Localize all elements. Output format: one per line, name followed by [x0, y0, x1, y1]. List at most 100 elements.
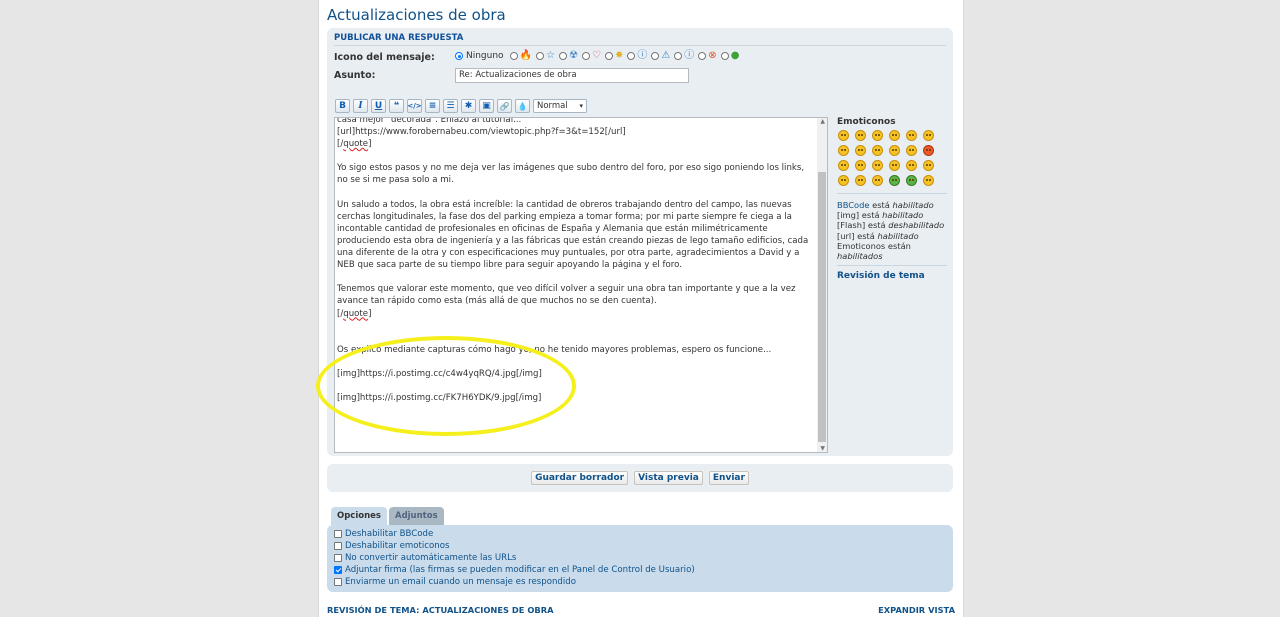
surprised-emoji-icon[interactable] — [906, 130, 917, 141]
confused-emoji-icon[interactable] — [838, 145, 849, 156]
tongue-emoji-icon[interactable] — [889, 145, 900, 156]
option-label: Adjuntar firma (las firmas se pueden mod… — [345, 565, 695, 575]
option-disable-magic-url[interactable]: No convertir automáticamente las URLs — [334, 553, 516, 563]
tab-attachments[interactable]: Adjuntos — [388, 507, 444, 525]
lol-emoji-icon[interactable] — [872, 145, 883, 156]
save-draft-button[interactable]: Guardar borrador — [531, 471, 629, 485]
icon-option-heart[interactable]: ♡ — [581, 50, 601, 61]
bbcode-link[interactable]: BBCode — [837, 200, 869, 210]
submit-button[interactable]: Enviar — [708, 471, 749, 485]
icon-option-thumbsup[interactable]: ● — [720, 51, 739, 61]
options-panel: Deshabilitar BBCode Deshabilitar emotico… — [327, 525, 953, 592]
link-button[interactable]: 🔗 — [497, 99, 512, 113]
panel-header: PUBLICAR UNA RESPUESTA — [334, 33, 946, 46]
icon-option-starburst[interactable]: ✸ — [604, 50, 624, 61]
msg-line: Un saludo a todos, la obra está increíbl… — [337, 199, 811, 271]
option-attach-signature[interactable]: Adjuntar firma (las firmas se pueden mod… — [334, 565, 695, 575]
status-text: está — [869, 200, 893, 210]
grin-emoji-icon[interactable] — [855, 130, 866, 141]
neutral-emoji-icon[interactable] — [872, 175, 883, 186]
checkbox[interactable] — [334, 566, 342, 574]
msg-line: Tenemos que valorar este momento, que ve… — [337, 284, 799, 307]
ugeek-emoji-icon[interactable] — [923, 175, 934, 186]
font-size-select[interactable]: Normal ▾ — [533, 99, 587, 113]
mrgreen-emoji-icon[interactable] — [889, 175, 900, 186]
expand-view-link[interactable]: EXPANDIR VISTA — [878, 605, 955, 615]
page-title[interactable]: Actualizaciones de obra — [327, 6, 506, 24]
flash-button[interactable]: 💧 — [515, 99, 530, 113]
option-label: Enviarme un email cuando un mensaje es r… — [345, 577, 576, 587]
warning-icon: ⚠ — [661, 50, 671, 61]
underline-button[interactable]: U — [371, 99, 386, 113]
heart-icon: ♡ — [591, 50, 601, 61]
sad-emoji-icon[interactable] — [838, 160, 849, 171]
scroll-thumb[interactable] — [818, 172, 826, 442]
checkbox[interactable] — [334, 542, 342, 550]
laugh-emoji-icon[interactable] — [889, 130, 900, 141]
yellow-highlight-ellipse — [316, 336, 576, 436]
checkbox[interactable] — [334, 554, 342, 562]
status-text: Emoticonos están — [837, 240, 911, 251]
checkbox[interactable] — [334, 578, 342, 586]
icon-none-radio[interactable] — [455, 52, 463, 60]
emoticon-grid — [838, 130, 947, 186]
ordered-list-button[interactable]: ☰ — [443, 99, 458, 113]
status-text: [Flash] está — [837, 220, 889, 231]
message-icon-options: Ninguno 🔥 ☆ ☢ ♡ ✸ ⓘ ⚠ ⓘ ⊗ ● — [455, 51, 743, 61]
icon-option-star[interactable]: ☆ — [536, 51, 555, 61]
option-label: Deshabilitar emoticonos — [345, 541, 450, 551]
icon-option-error[interactable]: ⊗ — [698, 50, 717, 61]
checkbox[interactable] — [334, 530, 342, 538]
bold-button[interactable]: B — [335, 99, 350, 113]
mad-emoji-icon[interactable] — [923, 145, 934, 156]
textarea-scrollbar[interactable]: ▲ ▼ — [817, 118, 827, 452]
arrow-emoji-icon[interactable] — [855, 175, 866, 186]
option-notify[interactable]: Enviarme un email cuando un mensaje es r… — [334, 577, 576, 587]
tab-options[interactable]: Opciones — [331, 507, 387, 525]
forum-page: Actualizaciones de obra PUBLICAR UNA RES… — [318, 0, 964, 617]
subject-input[interactable]: Re: Actualizaciones de obra — [455, 68, 689, 83]
scroll-down-icon[interactable]: ▼ — [820, 445, 825, 452]
list-button[interactable]: ≡ — [425, 99, 440, 113]
list-item-button[interactable]: ✱ — [461, 99, 476, 113]
msg-text: quote — [343, 308, 369, 319]
icon-option-radioactive[interactable]: ☢ — [559, 51, 578, 61]
idea-emoji-icon[interactable] — [838, 175, 849, 186]
status-text: deshabilitado — [888, 220, 945, 231]
shocked-emoji-icon[interactable] — [923, 130, 934, 141]
topic-review-link[interactable]: Revisión de tema — [837, 271, 947, 281]
code-button[interactable]: </> — [407, 99, 422, 113]
icon-option-question[interactable]: ⓘ — [627, 51, 647, 61]
msg-line: Yo sigo estos pasos y no me deja ver las… — [337, 163, 807, 186]
icon-option-info[interactable]: ⓘ — [674, 51, 694, 61]
rolleyes-emoji-icon[interactable] — [889, 160, 900, 171]
question-emoji-icon[interactable] — [923, 160, 934, 171]
exclaim-emoji-icon[interactable] — [906, 160, 917, 171]
chevron-down-icon: ▾ — [579, 102, 583, 110]
icon-option-warning[interactable]: ⚠ — [651, 51, 670, 61]
option-disable-smilies[interactable]: Deshabilitar emoticonos — [334, 541, 449, 551]
icon-option-fire[interactable]: 🔥 — [509, 50, 533, 61]
italic-button[interactable]: I — [353, 99, 368, 113]
smile-emoji-icon[interactable] — [838, 130, 849, 141]
happy-emoji-icon[interactable] — [872, 130, 883, 141]
status-text: habilitado — [892, 200, 934, 210]
radioactive-icon: ☢ — [569, 50, 578, 61]
image-button[interactable]: ▣ — [479, 99, 494, 113]
error-icon: ⊗ — [708, 50, 717, 61]
evil-emoji-icon[interactable] — [855, 160, 866, 171]
msg-text: ] — [368, 139, 372, 150]
topic-review-header[interactable]: REVISIÓN DE TEMA: ACTUALIZACIONES DE OBR… — [327, 605, 554, 615]
status-text: habilitado — [882, 210, 924, 221]
option-disable-bbcode[interactable]: Deshabilitar BBCode — [334, 529, 433, 539]
twisted-emoji-icon[interactable] — [872, 160, 883, 171]
scroll-up-icon[interactable]: ▲ — [820, 118, 825, 125]
star-burst-icon: ✸ — [614, 50, 624, 61]
cool-emoji-icon[interactable] — [855, 145, 866, 156]
embarrassed-emoji-icon[interactable] — [906, 145, 917, 156]
fire-icon: 🔥 — [519, 50, 533, 61]
preview-button[interactable]: Vista previa — [634, 471, 703, 485]
msg-text: ] — [368, 308, 372, 319]
quote-button[interactable]: ❝ — [389, 99, 404, 113]
geek-emoji-icon[interactable] — [906, 175, 917, 186]
